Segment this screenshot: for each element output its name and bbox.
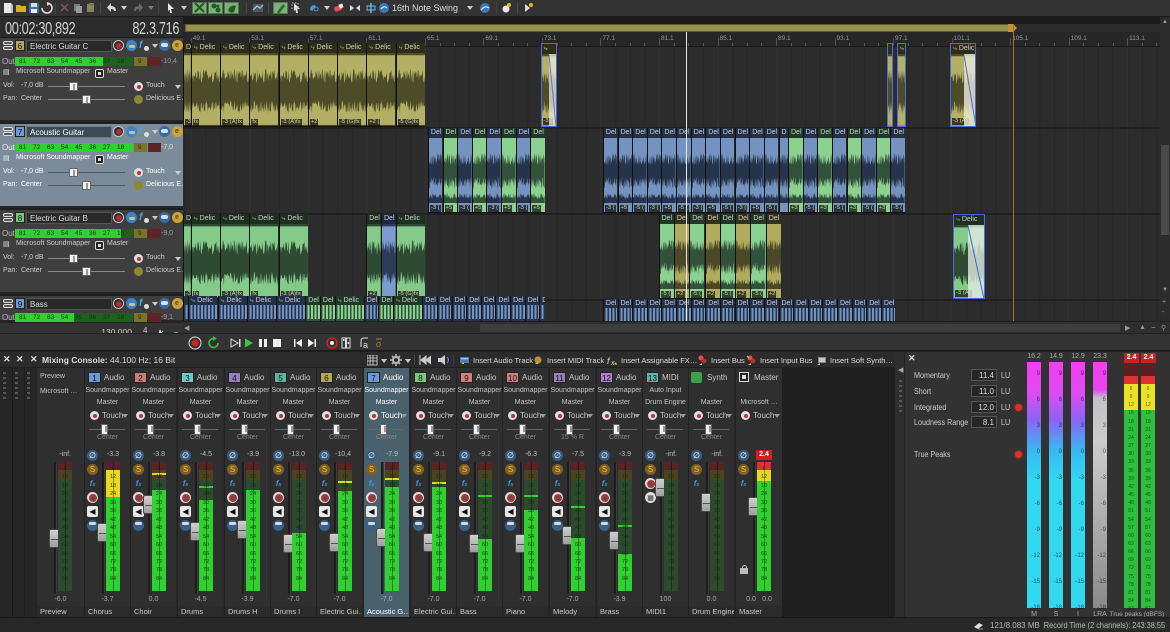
svg-text:x: x bbox=[610, 360, 615, 366]
svg-text:o: o bbox=[376, 339, 381, 349]
svg-text:a: a bbox=[363, 340, 368, 350]
